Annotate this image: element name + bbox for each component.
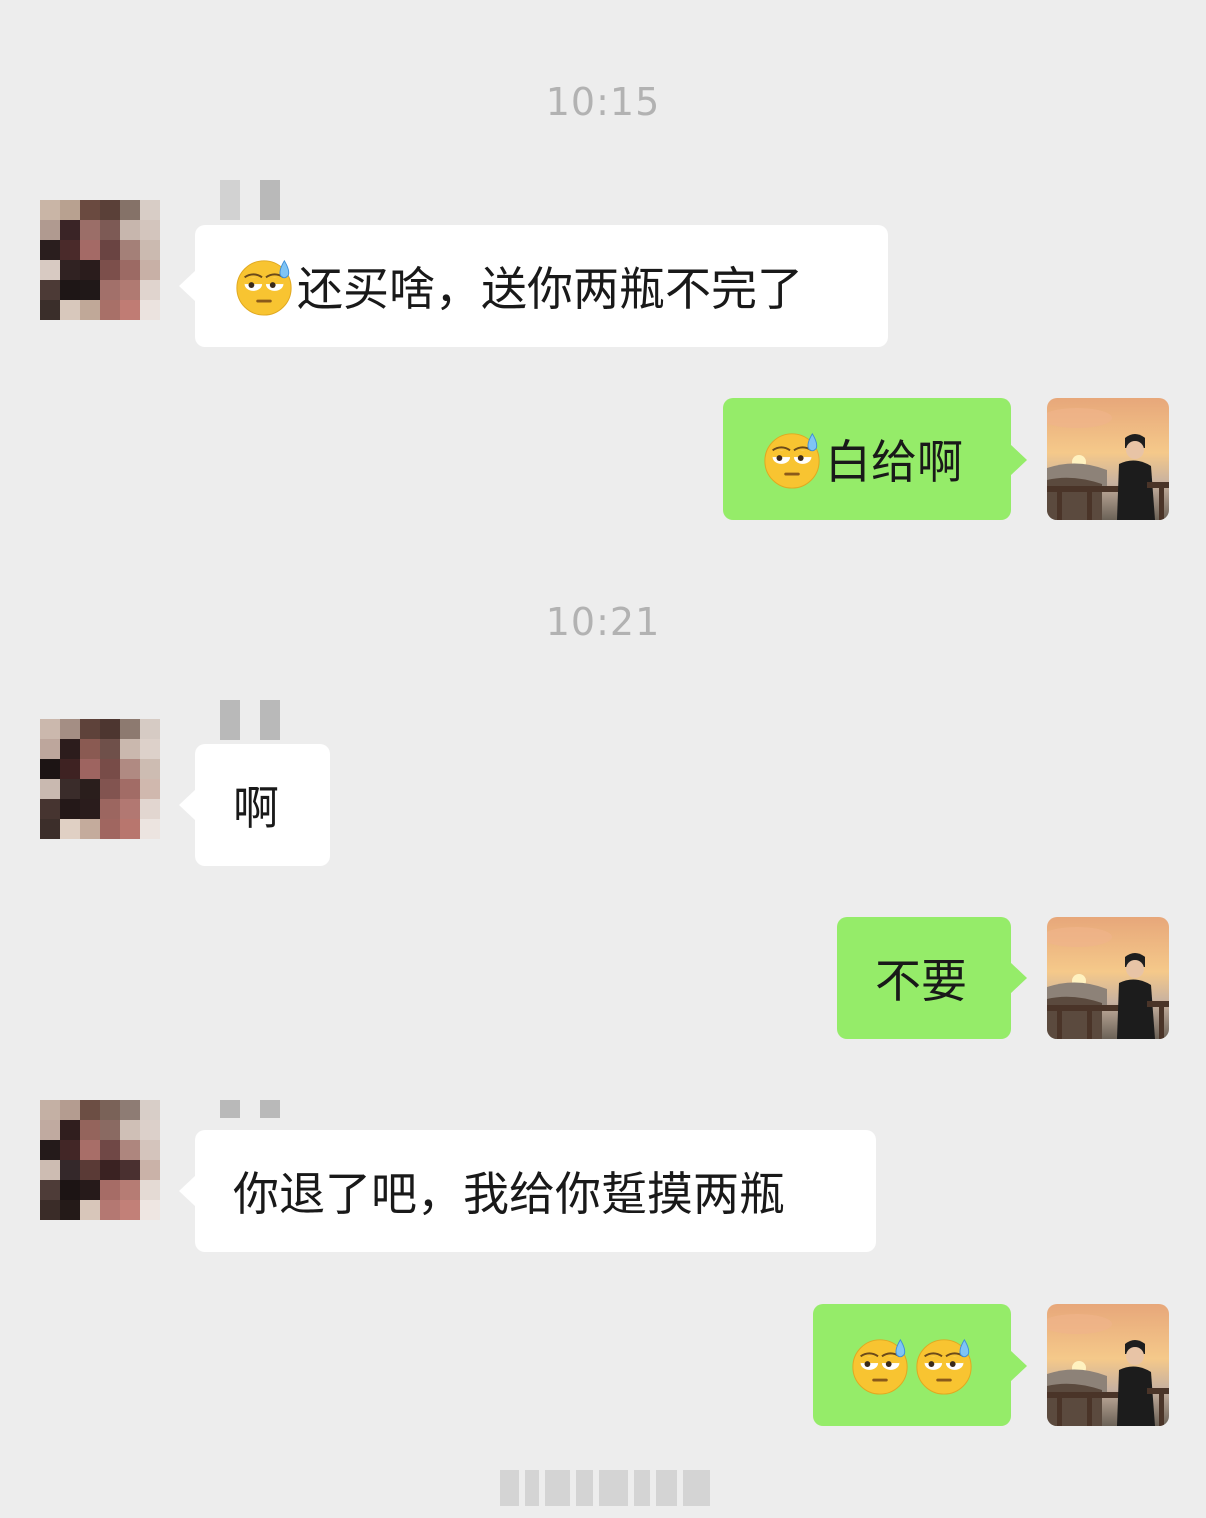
bubble-tail <box>179 270 196 302</box>
bubble-tail <box>1010 444 1027 476</box>
message-text: 你退了吧，我给你踅摸两瓶 <box>233 1167 785 1221</box>
message-text: 还买啥，送你两瓶不完了 <box>297 262 803 316</box>
contact-name-redacted <box>220 1100 280 1118</box>
outgoing-message-bubble[interactable]: 白给啊 <box>723 398 1011 520</box>
outgoing-message-bubble[interactable] <box>813 1304 1011 1426</box>
contact-name-redacted <box>220 700 280 740</box>
timestamp: 10:21 <box>545 600 661 644</box>
my-avatar[interactable] <box>1047 917 1169 1039</box>
sunset-avatar-image <box>1047 1304 1169 1426</box>
contact-avatar[interactable] <box>40 200 162 322</box>
contact-avatar[interactable] <box>40 719 162 841</box>
bubble-tail <box>1010 962 1027 994</box>
incoming-message-bubble[interactable]: 啊 <box>195 744 330 866</box>
my-avatar[interactable] <box>1047 1304 1169 1426</box>
incoming-message-bubble[interactable]: 还买啥，送你两瓶不完了 <box>195 225 888 347</box>
timestamp: 10:15 <box>545 80 661 124</box>
pixelated-avatar-image <box>40 200 160 320</box>
bubble-tail <box>1010 1350 1027 1382</box>
cutoff-redacted-strip <box>500 1470 710 1506</box>
contact-name-redacted <box>220 180 280 220</box>
sunset-avatar-image <box>1047 398 1169 520</box>
my-avatar[interactable] <box>1047 398 1169 520</box>
sweat-eye-roll-emoji-icon <box>233 255 295 317</box>
message-text: 啊 <box>233 781 279 835</box>
bubble-tail <box>179 1175 196 1207</box>
message-text: 不要 <box>875 954 967 1008</box>
pixelated-avatar-image <box>40 1100 160 1220</box>
sunset-avatar-image <box>1047 917 1169 1039</box>
bubble-tail <box>179 789 196 821</box>
sweat-eye-roll-emoji-icon <box>913 1334 975 1396</box>
pixelated-avatar-image <box>40 719 160 839</box>
incoming-message-bubble[interactable]: 你退了吧，我给你踅摸两瓶 <box>195 1130 876 1252</box>
message-text: 白给啊 <box>825 435 963 489</box>
sweat-eye-roll-emoji-icon <box>849 1334 911 1396</box>
sweat-eye-roll-emoji-icon <box>761 428 823 490</box>
contact-avatar[interactable] <box>40 1100 162 1222</box>
outgoing-message-bubble[interactable]: 不要 <box>837 917 1011 1039</box>
